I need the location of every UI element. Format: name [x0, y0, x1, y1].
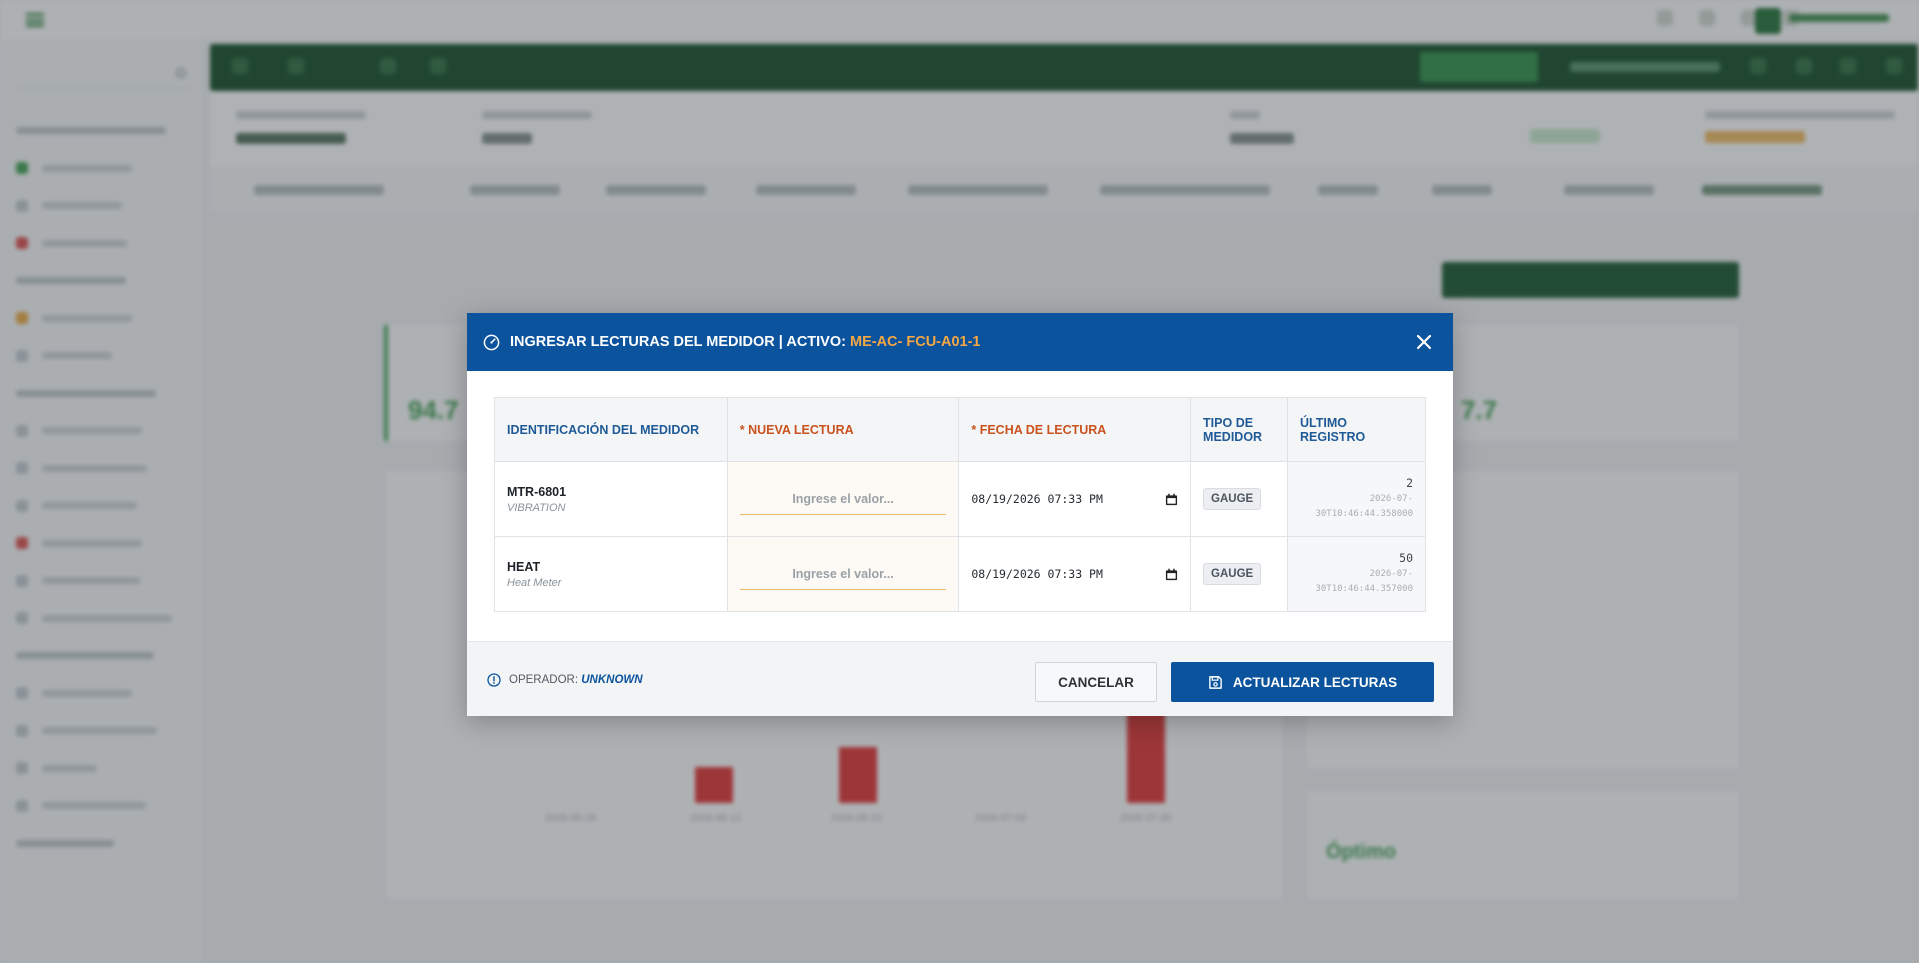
info-icon	[487, 673, 501, 687]
reading-date-cell: 08/19/2026 07:33 PM	[958, 461, 1192, 537]
new-reading-input[interactable]	[739, 558, 947, 590]
meter-id-cell: MTR-6801 VIBRATION	[494, 461, 728, 537]
meter-id: MTR-6801	[507, 484, 567, 499]
last-record-value: 50	[1399, 551, 1413, 565]
dialog-title-text: INGRESAR LECTURAS DEL MEDIDOR | ACTIVO:	[510, 334, 846, 350]
last-record-value: 2	[1406, 476, 1413, 490]
last-record-date-line2: 30T10:46:44.358000	[1315, 509, 1413, 519]
update-readings-label: ACTUALIZAR LECTURAS	[1232, 674, 1398, 690]
close-icon[interactable]	[1413, 331, 1435, 353]
dialog-footer: OPERADOR: UNKNOWN CANCELAR ACTUALIZAR LE…	[467, 641, 1453, 716]
meter-readings-dialog: INGRESAR LECTURAS DEL MEDIDOR | ACTIVO: …	[467, 313, 1453, 716]
last-record-date-line1: 2026-07-	[1369, 569, 1413, 579]
gauge-icon	[483, 334, 500, 351]
meter-id: HEAT	[507, 559, 541, 574]
last-record-date-line1: 2026-07-	[1369, 494, 1413, 504]
new-reading-cell	[726, 461, 960, 537]
table-row: MTR-6801 VIBRATION 08/19/2026 07:33 PM	[494, 461, 1426, 537]
operator-label: OPERADOR:	[509, 674, 579, 686]
col-last-record: ÚLTIMO REGISTRO	[1287, 397, 1426, 462]
col-meter-id: IDENTIFICACIÓN DEL MEDIDOR	[494, 397, 728, 462]
dialog-asset-id: ME-AC- FCU-A01-1	[850, 334, 981, 350]
cancel-button[interactable]: CANCELAR	[1035, 662, 1157, 702]
dialog-body: IDENTIFICACIÓN DEL MEDIDOR * NUEVA LECTU…	[467, 371, 1453, 618]
meter-type-subtitle: VIBRATION	[507, 501, 566, 514]
last-record-date-line2: 30T10:46:44.357000	[1315, 584, 1413, 594]
col-meter-type: TIPO DE MEDIDOR	[1190, 397, 1288, 462]
meter-kind-badge: GAUGE	[1203, 563, 1262, 585]
reading-date-value: 08/19/2026 07:33 PM	[971, 567, 1103, 581]
reading-date-cell: 08/19/2026 07:33 PM	[958, 536, 1192, 612]
meter-kind-cell: GAUGE	[1190, 536, 1288, 612]
save-icon	[1209, 675, 1222, 689]
new-reading-cell	[726, 536, 960, 612]
col-new-reading: * NUEVA LECTURA	[726, 397, 960, 462]
last-record-cell: 50 2026-07- 30T10:46:44.357000	[1287, 536, 1426, 612]
table-header-row: IDENTIFICACIÓN DEL MEDIDOR * NUEVA LECTU…	[494, 397, 1426, 462]
calendar-icon[interactable]	[1165, 493, 1178, 506]
calendar-icon[interactable]	[1165, 568, 1178, 581]
operator-value: UNKNOWN	[581, 674, 643, 686]
new-reading-input[interactable]	[739, 483, 947, 515]
meter-type-subtitle: Heat Meter	[507, 576, 562, 589]
dialog-title: INGRESAR LECTURAS DEL MEDIDOR | ACTIVO: …	[510, 334, 981, 350]
operator-info: OPERADOR: UNKNOWN	[509, 674, 643, 686]
reading-date-value: 08/19/2026 07:33 PM	[971, 492, 1103, 506]
meter-id-cell: HEAT Heat Meter	[494, 536, 728, 612]
dialog-header: INGRESAR LECTURAS DEL MEDIDOR | ACTIVO: …	[467, 313, 1453, 371]
reading-date-input[interactable]: 08/19/2026 07:33 PM	[971, 567, 1178, 581]
col-reading-date: * FECHA DE LECTURA	[958, 397, 1192, 462]
table-row: HEAT Heat Meter 08/19/2026 07:33 PM	[494, 536, 1426, 612]
update-readings-button[interactable]: ACTUALIZAR LECTURAS	[1171, 662, 1434, 702]
meters-table: IDENTIFICACIÓN DEL MEDIDOR * NUEVA LECTU…	[494, 397, 1426, 612]
meter-kind-cell: GAUGE	[1190, 461, 1288, 537]
last-record-cell: 2 2026-07- 30T10:46:44.358000	[1287, 461, 1426, 537]
meter-kind-badge: GAUGE	[1203, 488, 1262, 510]
reading-date-input[interactable]: 08/19/2026 07:33 PM	[971, 492, 1178, 506]
